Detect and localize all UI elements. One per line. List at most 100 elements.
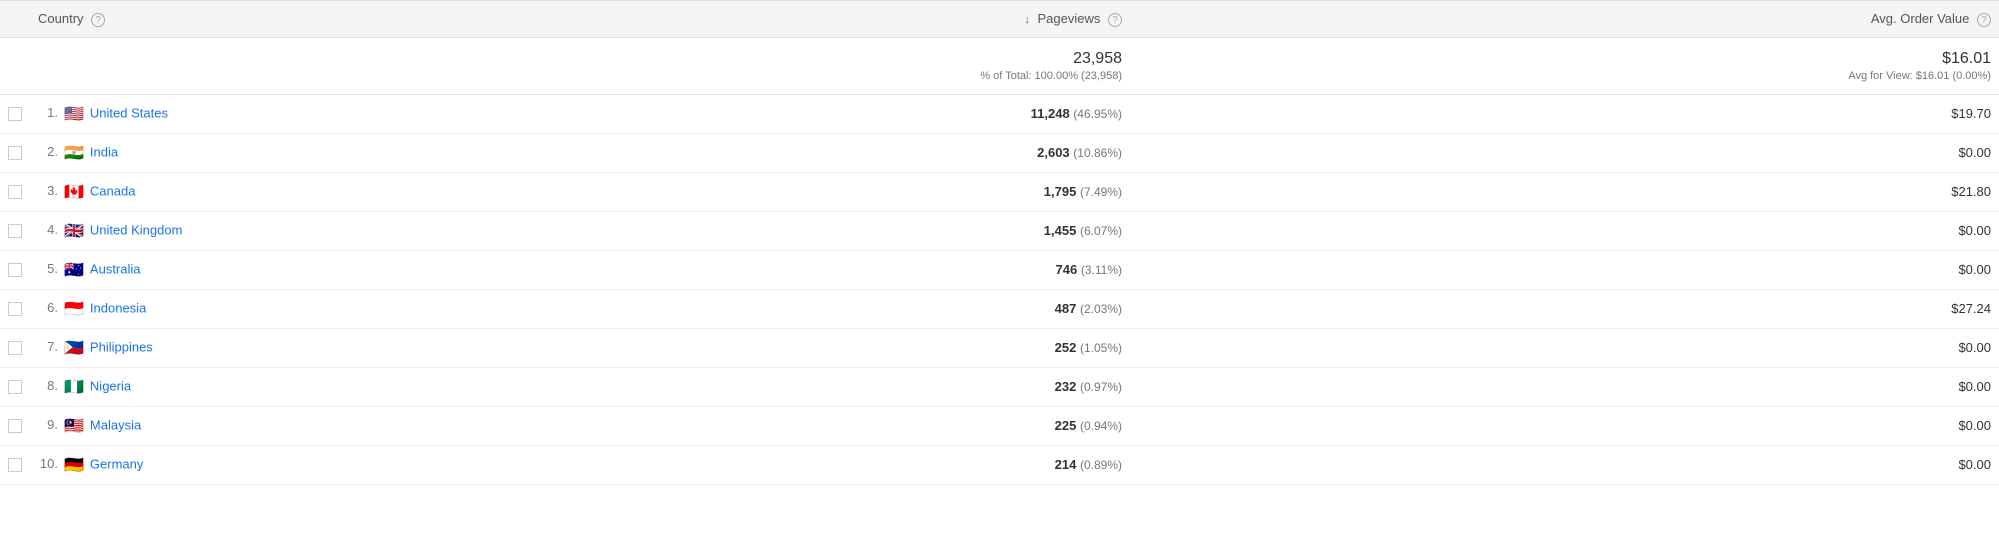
row-pageviews-pct: (0.89%) <box>1080 458 1122 472</box>
row-pageviews-pct: (0.97%) <box>1080 380 1122 394</box>
row-checkbox-cell <box>0 133 30 172</box>
row-pageviews-pct: (3.11%) <box>1081 263 1122 277</box>
country-name[interactable]: Canada <box>90 183 136 198</box>
country-name[interactable]: Germany <box>90 456 143 471</box>
row-checkbox[interactable] <box>8 146 22 160</box>
country-name[interactable]: Malaysia <box>90 417 141 432</box>
country-name[interactable]: Nigeria <box>90 378 131 393</box>
analytics-table: Country ? ↓ Pageviews ? Avg. Order Value… <box>0 0 1999 485</box>
row-avg-order: $0.00 <box>1958 223 1991 238</box>
row-checkbox-cell <box>0 94 30 133</box>
row-checkbox-cell <box>0 406 30 445</box>
row-checkbox[interactable] <box>8 458 22 472</box>
avg-order-help-icon[interactable]: ? <box>1977 13 1991 27</box>
row-pageviews-pct: (46.95%) <box>1073 107 1122 121</box>
row-pageviews-pct: (0.94%) <box>1080 419 1122 433</box>
row-checkbox-cell <box>0 250 30 289</box>
row-pageviews-cell: 2,603 (10.86%) <box>670 133 1130 172</box>
row-pageviews: 11,248 <box>1031 106 1070 121</box>
row-checkbox-cell <box>0 367 30 406</box>
row-pageviews-cell: 746 (3.11%) <box>670 250 1130 289</box>
table-row: 8.🇳🇬Nigeria232 (0.97%)$0.00 <box>0 367 1999 406</box>
row-pageviews-pct: (7.49%) <box>1080 185 1122 199</box>
row-pageviews-cell: 214 (0.89%) <box>670 445 1130 484</box>
avg-order-header-label: Avg. Order Value <box>1871 11 1970 26</box>
table-row: 6.🇮🇩Indonesia 487 (2.03%) $27.24 <box>0 289 1999 328</box>
row-rank: 4. <box>38 222 58 237</box>
country-flag: 🇺🇸 <box>64 104 84 124</box>
summary-pageviews-cell: 23,958 % of Total: 100.00% (23,958) <box>670 37 1130 94</box>
summary-avg-order-cell: $16.01 Avg for View: $16.01 (0.00%) <box>1130 37 1999 94</box>
summary-row: 23,958 % of Total: 100.00% (23,958) $16.… <box>0 37 1999 94</box>
summary-country-cell <box>30 37 670 94</box>
row-avg-order: $0.00 <box>1958 418 1991 433</box>
country-flag: 🇩🇪 <box>64 455 84 475</box>
row-avg-order-cell: $21.80 <box>1130 172 1999 211</box>
row-checkbox-cell <box>0 445 30 484</box>
row-avg-order: $0.00 <box>1958 145 1991 160</box>
row-country-cell: 10.🇩🇪Germany <box>30 445 670 484</box>
row-avg-order: $0.00 <box>1958 340 1991 355</box>
summary-avg-order-total: $16.01 <box>1138 50 1991 68</box>
row-rank: 9. <box>38 417 58 432</box>
row-checkbox[interactable] <box>8 419 22 433</box>
row-avg-order-cell: $0.00 <box>1130 250 1999 289</box>
row-checkbox[interactable] <box>8 107 22 121</box>
row-pageviews: 225 <box>1055 418 1077 433</box>
country-name[interactable]: Australia <box>90 261 141 276</box>
table-row: 10.🇩🇪Germany214 (0.89%)$0.00 <box>0 445 1999 484</box>
row-country-cell: 9. 🇲🇾 Malaysia <box>30 406 670 445</box>
row-checkbox[interactable] <box>8 224 22 238</box>
country-header-label: Country <box>38 11 84 26</box>
row-pageviews-pct: (2.03%) <box>1080 302 1122 316</box>
pageviews-help-icon[interactable]: ? <box>1108 13 1122 27</box>
row-avg-order-cell: $0.00 <box>1130 133 1999 172</box>
country-name[interactable]: United States <box>90 105 168 120</box>
country-name[interactable]: United Kingdom <box>90 222 183 237</box>
table-row: 1. 🇺🇸 United States 11,248 (46.95%) $19.70 <box>0 94 1999 133</box>
pageviews-header[interactable]: ↓ Pageviews ? <box>670 1 1130 38</box>
row-checkbox[interactable] <box>8 380 22 394</box>
row-avg-order-cell: $0.00 <box>1130 367 1999 406</box>
sort-down-icon: ↓ <box>1024 14 1030 26</box>
row-checkbox[interactable] <box>8 341 22 355</box>
table-row: 2. 🇮🇳 India 2,603 (10.86%) $0.00 <box>0 133 1999 172</box>
table-row: 5.🇦🇺Australia746 (3.11%)$0.00 <box>0 250 1999 289</box>
row-avg-order: $19.70 <box>1951 106 1991 121</box>
country-flag: 🇲🇾 <box>64 416 84 436</box>
row-checkbox[interactable] <box>8 263 22 277</box>
country-header[interactable]: Country ? <box>30 1 670 38</box>
row-rank: 1. <box>38 105 58 120</box>
row-avg-order-cell: $0.00 <box>1130 328 1999 367</box>
country-flag: 🇦🇺 <box>64 260 84 280</box>
row-country-cell: 3.🇨🇦Canada <box>30 172 670 211</box>
country-name[interactable]: Philippines <box>90 339 153 354</box>
row-avg-order-cell: $0.00 <box>1130 211 1999 250</box>
row-pageviews: 232 <box>1055 379 1077 394</box>
row-avg-order: $27.24 <box>1951 301 1991 316</box>
table-row: 4.🇬🇧United Kingdom1,455 (6.07%)$0.00 <box>0 211 1999 250</box>
country-flag: 🇳🇬 <box>64 377 84 397</box>
row-rank: 6. <box>38 300 58 315</box>
summary-checkbox-cell <box>0 37 30 94</box>
country-name[interactable]: India <box>90 144 118 159</box>
country-flag: 🇮🇳 <box>64 143 84 163</box>
row-pageviews: 252 <box>1055 340 1077 355</box>
row-pageviews: 487 <box>1055 301 1077 316</box>
country-help-icon[interactable]: ? <box>91 13 105 27</box>
row-country-cell: 6.🇮🇩Indonesia <box>30 289 670 328</box>
row-avg-order: $0.00 <box>1958 379 1991 394</box>
row-avg-order-cell: $0.00 <box>1130 406 1999 445</box>
avg-order-header[interactable]: Avg. Order Value ? <box>1130 1 1999 38</box>
pageviews-header-label: Pageviews <box>1038 11 1101 26</box>
row-rank: 2. <box>38 144 58 159</box>
row-country-cell: 7.🇵🇭Philippines <box>30 328 670 367</box>
country-name[interactable]: Indonesia <box>90 300 146 315</box>
row-checkbox[interactable] <box>8 302 22 316</box>
row-country-cell: 8.🇳🇬Nigeria <box>30 367 670 406</box>
row-avg-order-cell: $27.24 <box>1130 289 1999 328</box>
row-checkbox[interactable] <box>8 185 22 199</box>
country-flag: 🇵🇭 <box>64 338 84 358</box>
row-avg-order-cell: $19.70 <box>1130 94 1999 133</box>
row-pageviews-pct: (6.07%) <box>1080 224 1122 238</box>
